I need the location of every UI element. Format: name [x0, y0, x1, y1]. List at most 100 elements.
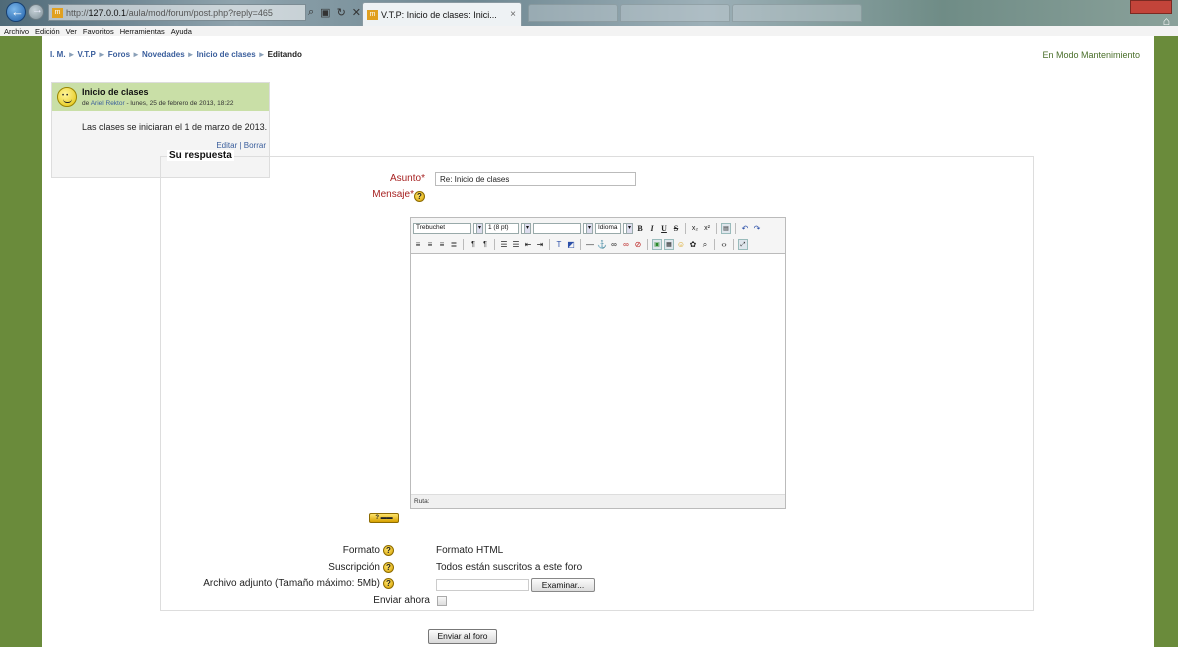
- menu-favoritos[interactable]: Favoritos: [83, 27, 114, 36]
- breadcrumb-link[interactable]: Inicio de clases: [197, 50, 256, 59]
- bold-icon[interactable]: B: [635, 223, 645, 234]
- browse-button[interactable]: Examinar...: [531, 578, 595, 592]
- url-path: /aula/mod/forum/post.php?reply=465: [126, 7, 273, 18]
- window-close-button[interactable]: [1130, 0, 1172, 14]
- insert-table-icon[interactable]: ▦: [664, 238, 674, 250]
- post-author-link[interactable]: Ariel Rektor: [91, 100, 125, 107]
- avatar-smiley-icon[interactable]: ••: [57, 87, 77, 107]
- subscription-help-icon[interactable]: ?: [383, 562, 394, 573]
- unlink-icon[interactable]: ∞: [621, 239, 631, 250]
- editor-path-label: Ruta:: [414, 498, 430, 505]
- attachment-help-icon[interactable]: ?: [383, 578, 394, 589]
- breadcrumb: I. M. ► V.T.P ► Foros ► Novedades ► Inicio de cl…: [50, 50, 302, 59]
- tab-background[interactable]: [528, 4, 618, 22]
- align-justify-icon[interactable]: ≣: [449, 239, 459, 250]
- format-help-icon[interactable]: ?: [383, 545, 394, 556]
- search-icon[interactable]: ⌕: [308, 6, 314, 19]
- font-select[interactable]: Trebuchet: [413, 222, 471, 234]
- align-right-icon[interactable]: ≡: [437, 239, 447, 250]
- stop-icon[interactable]: ✕: [352, 6, 361, 19]
- size-select-dropdown[interactable]: ▾: [521, 222, 531, 234]
- outdent-icon[interactable]: ⇤: [523, 239, 533, 250]
- align-center-icon[interactable]: ≡: [425, 239, 435, 250]
- breadcrumb-link[interactable]: V.T.P: [77, 50, 95, 59]
- menu-bar: Archivo Edición Ver Favoritos Herramient…: [0, 26, 1178, 36]
- tab-background[interactable]: [620, 4, 730, 22]
- maintenance-notice[interactable]: En Modo Mantenimiento: [1042, 50, 1140, 60]
- insert-image-icon[interactable]: ▣: [652, 238, 662, 250]
- clean-word-icon[interactable]: ▤: [721, 222, 731, 234]
- menu-archivo[interactable]: Archivo: [4, 27, 29, 36]
- special-char-icon[interactable]: ✿: [688, 239, 698, 250]
- breadcrumb-link[interactable]: Foros: [108, 50, 130, 59]
- subject-input[interactable]: [435, 172, 636, 186]
- align-left-icon[interactable]: ≡: [413, 239, 423, 250]
- submit-button[interactable]: Enviar al foro: [428, 629, 497, 644]
- strikethrough-icon[interactable]: S: [671, 223, 681, 234]
- chevron-down-icon: ▾: [476, 223, 482, 233]
- unordered-list-icon[interactable]: ☰: [511, 239, 521, 250]
- breadcrumb-separator: ►: [97, 50, 106, 59]
- tab-background[interactable]: [732, 4, 862, 22]
- format-label-text: Formato: [342, 545, 380, 557]
- style-select[interactable]: [533, 222, 581, 234]
- tab-active[interactable]: m V.T.P: Inicio de clases: Inici... ×: [362, 2, 522, 26]
- anchor-icon[interactable]: ⚓: [597, 239, 607, 250]
- rtl-icon[interactable]: ¶: [480, 239, 490, 250]
- post-subject: Inicio de clases: [82, 87, 149, 97]
- redo-icon[interactable]: ↷: [752, 223, 762, 234]
- editor-help-icon[interactable]: ? ▬▬: [369, 513, 399, 523]
- send-now-checkbox[interactable]: [437, 596, 447, 606]
- font-select-dropdown[interactable]: ▾: [473, 222, 483, 234]
- forward-button[interactable]: →: [28, 4, 44, 20]
- menu-edicion[interactable]: Edición: [35, 27, 60, 36]
- indent-icon[interactable]: ⇥: [535, 239, 545, 250]
- editor-text-area[interactable]: [411, 255, 785, 494]
- search-replace-icon[interactable]: ⌕: [700, 239, 710, 250]
- style-select-dropdown[interactable]: ▾: [583, 222, 593, 234]
- tab-close-icon[interactable]: ×: [505, 9, 521, 20]
- attachment-file-input[interactable]: [436, 579, 529, 591]
- subscription-label-text: Suscripción: [328, 562, 380, 574]
- menu-herramientas[interactable]: Herramientas: [120, 27, 165, 36]
- address-bar[interactable]: m http:// 127.0.0.1 /aula/mod/forum/post…: [48, 4, 306, 21]
- superscript-icon[interactable]: x²: [702, 223, 712, 234]
- attachment-label-text: Archivo adjunto (Tamaño máximo: 5Mb): [203, 578, 380, 590]
- editor-toolbar: Trebuchet ▾ 1 (8 pt) ▾ ▾ Idioma ▾ B I U …: [411, 218, 785, 254]
- html-source-icon[interactable]: ‹›: [719, 239, 729, 250]
- forward-arrow-icon: →: [32, 4, 43, 16]
- ltr-icon[interactable]: ¶: [468, 239, 478, 250]
- undo-icon[interactable]: ↶: [740, 223, 750, 234]
- italic-icon[interactable]: I: [647, 223, 657, 234]
- underline-icon[interactable]: U: [659, 223, 669, 234]
- back-button[interactable]: ←: [6, 2, 26, 22]
- breadcrumb-link[interactable]: Novedades: [142, 50, 185, 59]
- toolbar-separator: [735, 222, 736, 234]
- delete-link[interactable]: Borrar: [244, 141, 266, 150]
- compat-view-icon[interactable]: ▣: [320, 6, 330, 19]
- language-select[interactable]: Idioma: [595, 222, 621, 234]
- horizontal-rule-icon[interactable]: —: [585, 239, 595, 250]
- no-link-icon[interactable]: ⊘: [633, 239, 643, 250]
- refresh-icon[interactable]: ↻: [337, 6, 346, 19]
- post-by: de: [82, 100, 90, 107]
- subject-label-text: Asunto: [389, 173, 422, 184]
- ordered-list-icon[interactable]: ☰: [499, 239, 509, 250]
- menu-ayuda[interactable]: Ayuda: [171, 27, 192, 36]
- fullscreen-icon[interactable]: ⤢: [738, 238, 748, 250]
- smiley-icon[interactable]: ☺: [676, 239, 686, 250]
- size-select[interactable]: 1 (8 pt): [485, 222, 519, 234]
- background-color-icon[interactable]: ◩: [566, 239, 576, 250]
- breadcrumb-link[interactable]: I. M.: [50, 50, 66, 59]
- breadcrumb-separator: ►: [257, 50, 266, 59]
- message-help-icon[interactable]: ?: [414, 191, 425, 202]
- message-label: Mensaje*: [372, 189, 414, 200]
- link-icon[interactable]: ∞: [609, 239, 619, 250]
- toolbar-separator: [494, 238, 495, 250]
- text-color-icon[interactable]: T: [554, 239, 564, 250]
- subscript-icon[interactable]: x₂: [690, 223, 700, 234]
- edit-link[interactable]: Editar: [216, 141, 237, 150]
- message-label-text: Mensaje: [372, 189, 411, 200]
- language-select-dropdown[interactable]: ▾: [623, 222, 633, 234]
- menu-ver[interactable]: Ver: [66, 27, 77, 36]
